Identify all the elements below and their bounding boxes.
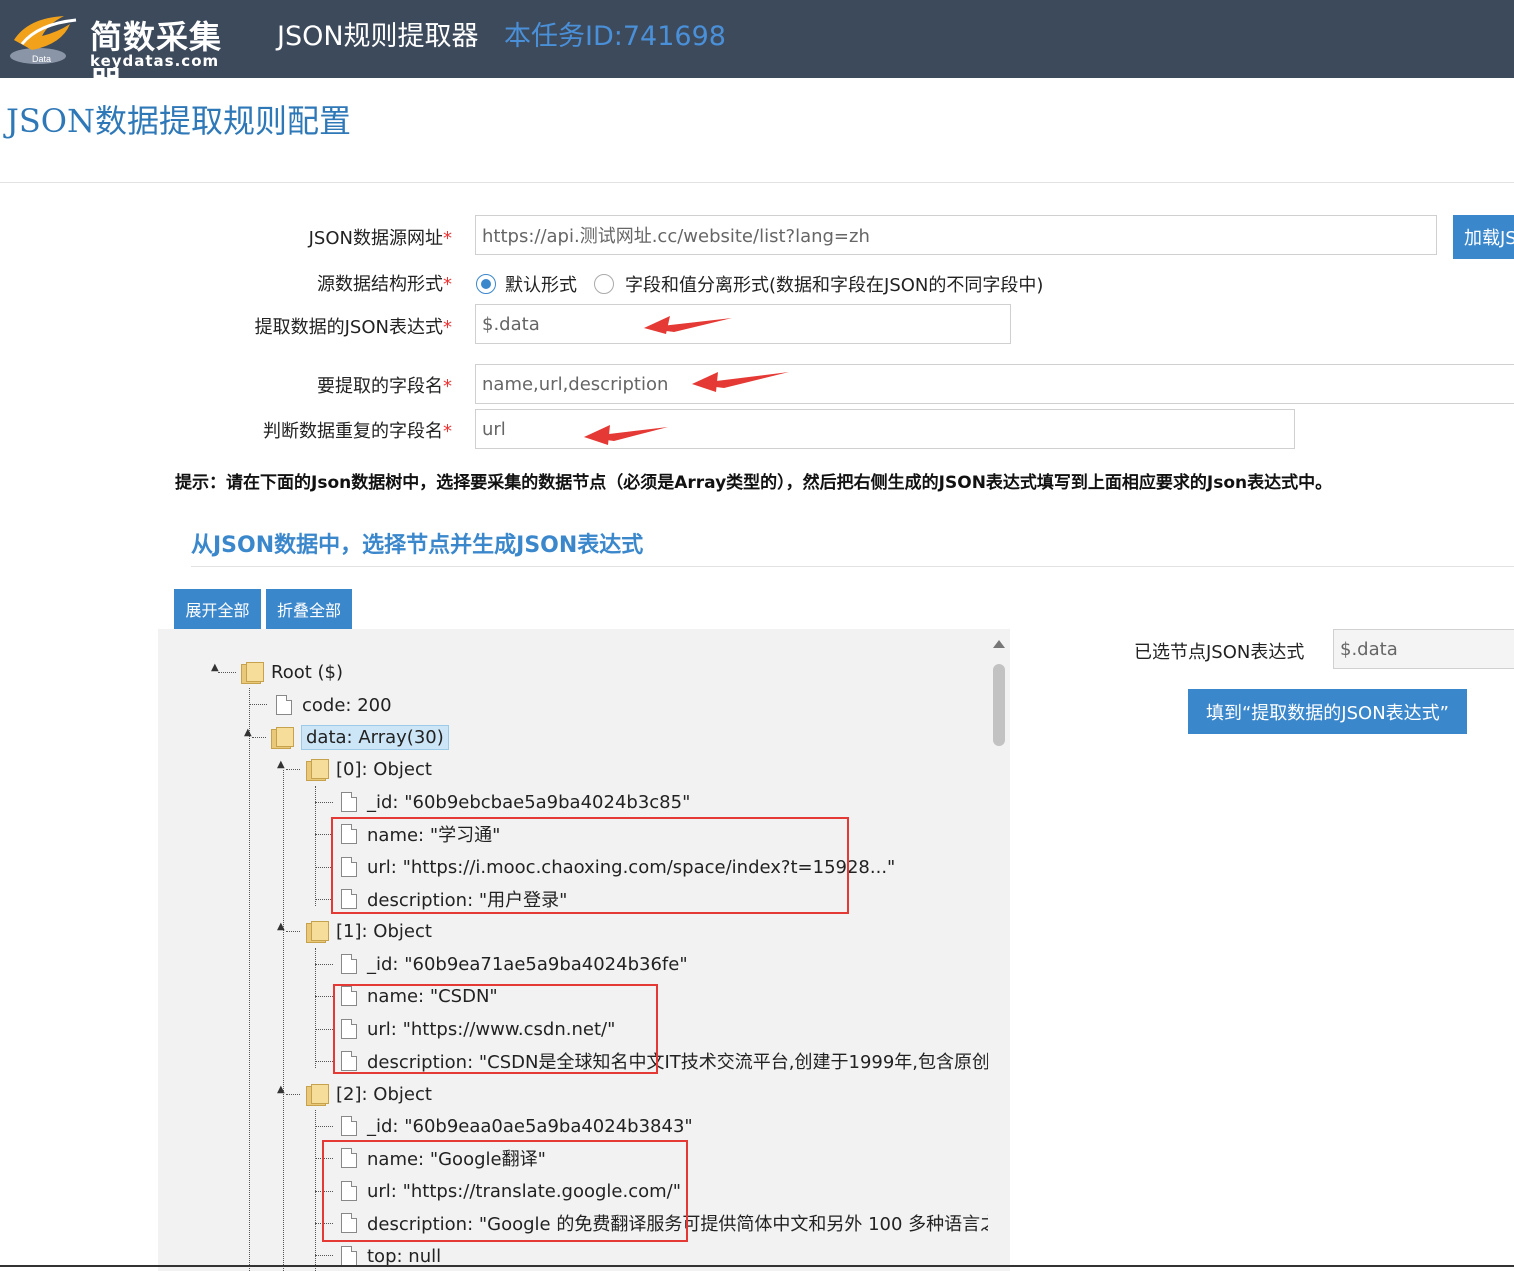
tree-node-label: [1]: Object — [336, 920, 432, 942]
logo-icon: Data — [10, 16, 77, 64]
radio-default-label: 默认形式 — [505, 275, 577, 296]
tree-connector — [252, 737, 266, 738]
tree-node-label: code: 200 — [302, 694, 392, 716]
tree-connector — [286, 931, 300, 932]
scroll-up-icon[interactable] — [993, 640, 1005, 648]
tree-node-label: data: Array(30) — [301, 724, 449, 750]
annotation-arrow-icon — [692, 372, 789, 392]
tree-connector — [315, 802, 333, 803]
tree-connector — [249, 688, 250, 1271]
structure-label: 源数据结构形式* — [317, 274, 452, 295]
file-icon — [341, 1116, 357, 1136]
app-title: JSON规则提取器 — [277, 21, 479, 52]
annotation-box — [322, 1140, 688, 1242]
radio-default-format[interactable] — [476, 274, 496, 294]
collapse-toggle-icon[interactable]: ▲ — [211, 662, 219, 673]
radio-split-label: 字段和值分离形式(数据和字段在JSON的不同字段中) — [625, 275, 1044, 296]
dedupe-label: 判断数据重复的字段名* — [263, 421, 452, 442]
section-title: 从JSON数据中，选择节点并生成JSON表达式 — [191, 533, 644, 558]
tree-node-label: _id: "60b9ebcbae5a9ba4024b3c85" — [367, 791, 691, 813]
top-bar: Data 简数采集器 keydatas.com JSON规则提取器 本任务ID:… — [0, 0, 1514, 102]
tree-node-root[interactable]: Root ($) — [241, 657, 343, 687]
tree-node-field[interactable]: _id: "60b9ea71ae5a9ba4024b36fe" — [341, 949, 688, 979]
folder-icon — [306, 1084, 329, 1106]
collapse-toggle-icon[interactable]: ▲ — [277, 759, 285, 770]
tree-node-field[interactable]: _id: "60b9eaa0ae5a9ba4024b3843" — [341, 1111, 693, 1141]
file-icon — [276, 695, 292, 715]
load-json-button[interactable]: 加载JSON — [1453, 215, 1514, 259]
radio-split-format[interactable] — [594, 274, 614, 294]
expand-all-button[interactable]: 展开全部 — [174, 589, 261, 629]
selected-expr-label: 已选节点JSON表达式 — [1134, 642, 1305, 663]
tree-node-object[interactable]: [1]: Object — [306, 916, 432, 946]
tree-node-data-selected[interactable]: data: Array(30) — [271, 722, 449, 752]
tree-connector — [283, 770, 284, 1271]
folder-icon — [241, 662, 264, 684]
tree-connector — [315, 996, 333, 997]
collapse-toggle-icon[interactable]: ▲ — [277, 1084, 285, 1095]
tree-node-code[interactable]: code: 200 — [276, 690, 392, 720]
tree-node-label: _id: "60b9ea71ae5a9ba4024b36fe" — [367, 953, 688, 975]
tree-node-object[interactable]: [0]: Object — [306, 754, 432, 784]
tree-connector — [218, 672, 236, 673]
logo: Data 简数采集器 keydatas.com — [8, 6, 248, 102]
svg-text:Data: Data — [32, 54, 51, 64]
tree-connector — [315, 786, 316, 906]
divider — [0, 1265, 1514, 1267]
task-id: 本任务ID:741698 — [504, 21, 726, 52]
divider — [0, 182, 1514, 183]
tree-connector — [286, 1094, 300, 1095]
divider — [191, 566, 1514, 567]
source-url-input[interactable]: https://api.测试网址.cc/website/list?lang=zh — [475, 215, 1437, 255]
tree-connector — [315, 964, 333, 965]
file-icon — [341, 1246, 357, 1266]
logo-domain: keydatas.com — [90, 52, 220, 70]
tree-connector — [315, 1255, 333, 1256]
hint-text: 提示：请在下面的Json数据树中，选择要采集的数据节点（必须是Array类型的）… — [175, 473, 1333, 493]
fields-label: 要提取的字段名* — [317, 376, 452, 397]
annotation-arrow-icon — [584, 425, 668, 445]
annotation-box — [333, 984, 658, 1074]
annotation-arrow-icon — [644, 316, 732, 334]
tree-connector — [315, 1061, 333, 1062]
annotation-box — [331, 817, 849, 914]
folder-icon — [306, 921, 329, 943]
selected-expr-input[interactable]: $.data — [1333, 629, 1514, 669]
fill-expression-button[interactable]: 填到“提取数据的JSON表达式” — [1188, 689, 1467, 734]
collapse-toggle-icon[interactable]: ▲ — [277, 921, 285, 932]
collapse-toggle-icon[interactable]: ▲ — [244, 727, 252, 738]
tree-node-label: [0]: Object — [336, 758, 432, 780]
scroll-thumb[interactable] — [993, 664, 1005, 746]
tree-node-object[interactable]: [2]: Object — [306, 1079, 432, 1109]
fields-input[interactable]: name,url,description — [475, 364, 1514, 404]
tree-connector — [315, 1126, 333, 1127]
tree-connector — [315, 948, 316, 1068]
tree-node-label: _id: "60b9eaa0ae5a9ba4024b3843" — [367, 1115, 693, 1137]
file-icon — [341, 792, 357, 812]
tree-node-label: Root ($) — [271, 661, 343, 683]
tree-node-label: [2]: Object — [336, 1083, 432, 1105]
tree-connector — [286, 769, 300, 770]
tree-node-field[interactable]: _id: "60b9ebcbae5a9ba4024b3c85" — [341, 787, 690, 817]
tree-connector — [249, 704, 267, 705]
collapse-all-button[interactable]: 折叠全部 — [266, 589, 352, 629]
page-title: JSON数据提取规则配置 — [6, 102, 351, 140]
tree-connector — [315, 1029, 333, 1030]
source-url-label: JSON数据源网址* — [308, 228, 452, 249]
folder-icon — [306, 759, 329, 781]
json-expr-input[interactable]: $.data — [475, 304, 1011, 344]
json-expr-label: 提取数据的JSON表达式* — [254, 317, 452, 338]
tree-node-label: top: null — [367, 1245, 442, 1267]
folder-icon — [271, 727, 294, 749]
file-icon — [341, 954, 357, 974]
